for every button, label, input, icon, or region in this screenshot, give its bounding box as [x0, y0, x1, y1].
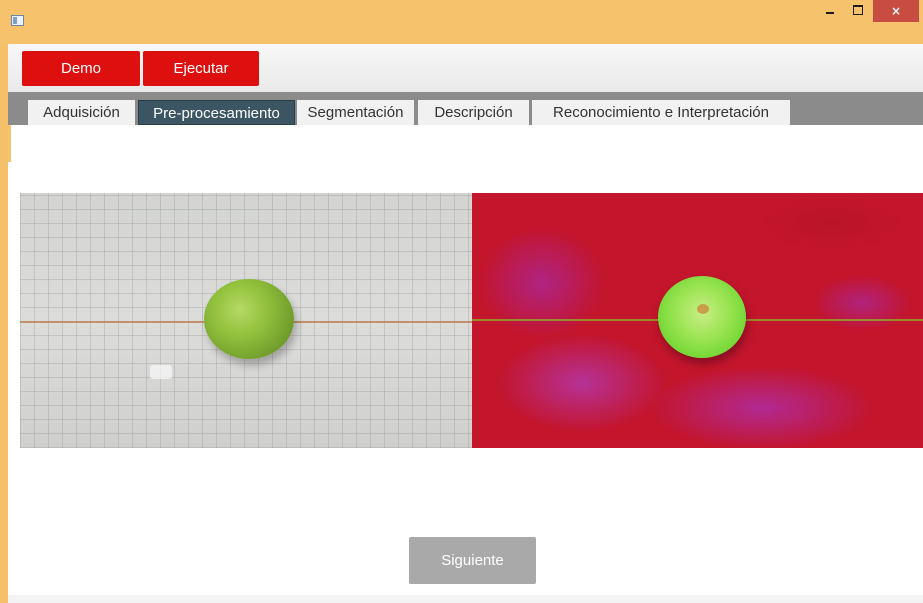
- next-button[interactable]: Siguiente: [409, 537, 536, 584]
- minimize-button[interactable]: [817, 0, 843, 22]
- close-icon: ×: [890, 4, 902, 18]
- processed-lemon-spot: [697, 304, 709, 314]
- execute-button[interactable]: Ejecutar: [143, 51, 259, 86]
- processed-image: [472, 193, 923, 448]
- tab-reconocimiento[interactable]: Reconocimiento e Interpretación: [532, 100, 790, 125]
- demo-button[interactable]: Demo: [22, 51, 140, 86]
- original-lemon: [204, 279, 294, 359]
- title-bar: ×: [0, 0, 923, 44]
- tab-descripcion[interactable]: Descripción: [418, 100, 529, 125]
- processed-lemon: [658, 276, 746, 358]
- tab-pre-procesamiento[interactable]: Pre-procesamiento: [138, 100, 295, 125]
- tab-content-panel: Siguiente: [8, 125, 923, 603]
- tab-strip: Adquisición Pre-procesamiento Segmentaci…: [8, 92, 923, 125]
- close-button[interactable]: ×: [873, 0, 919, 22]
- tab-adquisicion[interactable]: Adquisición: [28, 100, 135, 125]
- app-client-area: Demo Ejecutar Adquisición Pre-procesamie…: [8, 44, 923, 603]
- maximize-button[interactable]: [845, 0, 871, 22]
- accent-strip: [8, 125, 11, 162]
- original-image: [20, 193, 472, 448]
- app-window-icon: [11, 15, 24, 26]
- original-image-mark: [150, 365, 172, 379]
- tab-segmentacion[interactable]: Segmentación: [297, 100, 414, 125]
- bottom-strip: [8, 595, 923, 603]
- toolbar: Demo Ejecutar: [8, 44, 923, 92]
